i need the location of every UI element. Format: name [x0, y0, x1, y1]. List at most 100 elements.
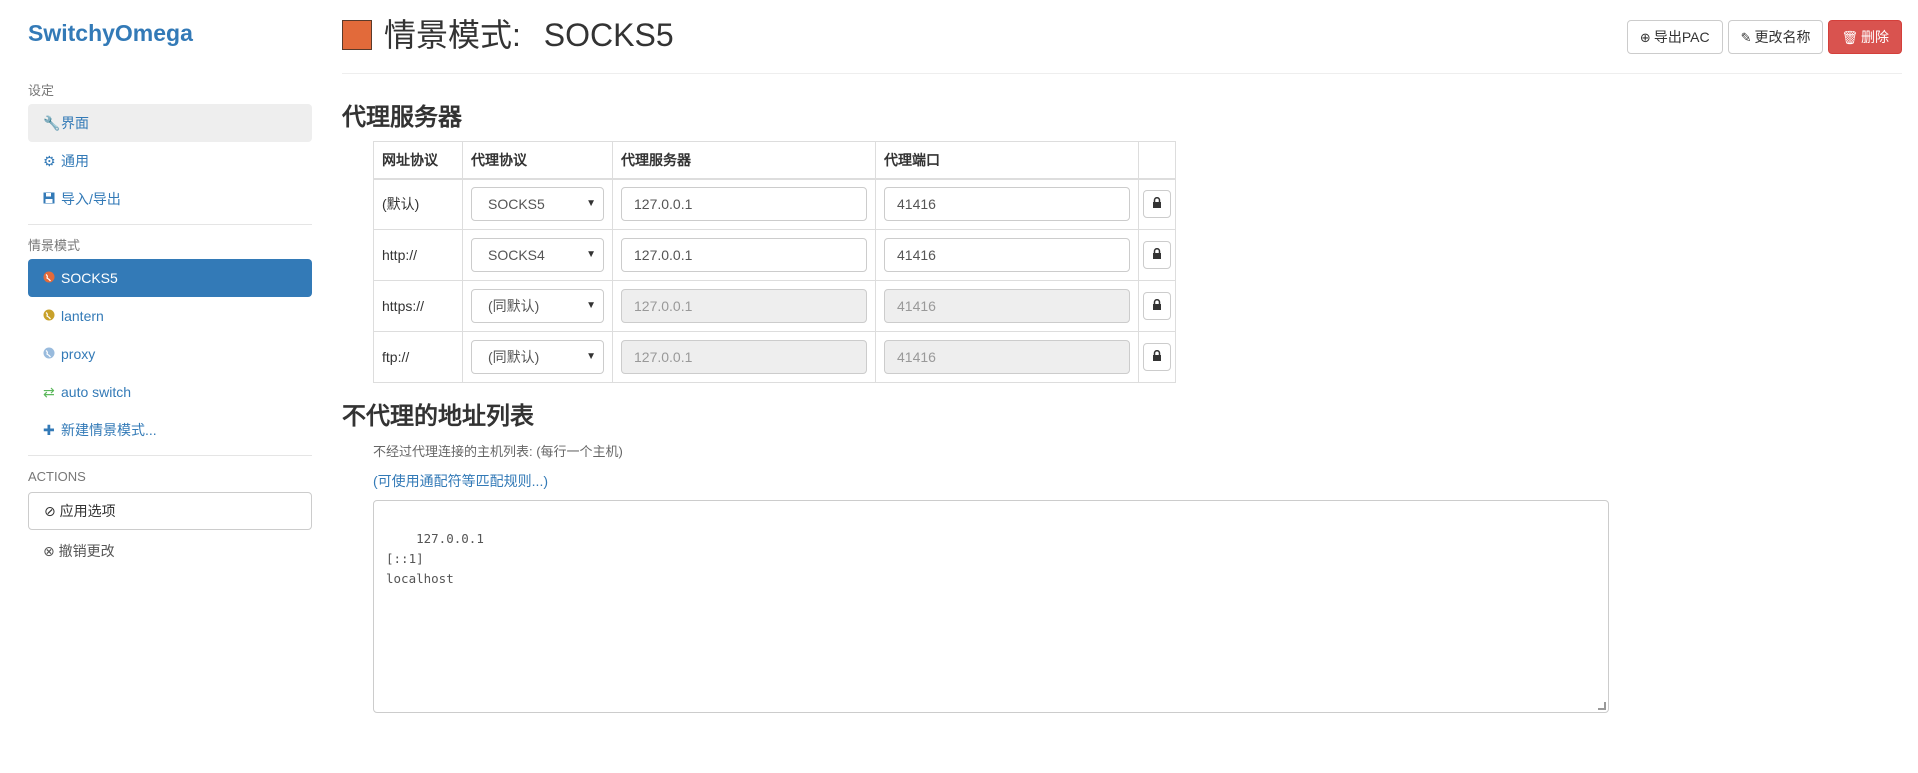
page-header: 情景模式: SOCKS5 ⊕ 导出PAC ✎ 更改名称 🗑 删除 [342, 0, 1902, 74]
settings-nav: 🔧界面 ⚙ 通用 导入/导出 [28, 104, 312, 218]
table-row: (默认) SOCKS5 ▼ 127.0.0.1 41416 [373, 178, 1176, 230]
lock-icon[interactable] [1143, 190, 1171, 219]
delete-button[interactable]: 🗑 删除 [1828, 20, 1902, 54]
sidebar-item-new-profile[interactable]: ✚ 新建情景模式... [28, 411, 312, 449]
protocol-cell: SOCKS5 ▼ [462, 178, 613, 230]
sidebar-item-proxy[interactable]: proxy [28, 335, 312, 373]
x-circle-icon: ⊗ [43, 543, 55, 559]
export-pac-label: 导出PAC [1653, 29, 1710, 45]
brand-logo[interactable]: SwitchyOmega [28, 20, 312, 56]
sidebar-item-label: 导入/导出 [61, 191, 121, 207]
auth-cell [1138, 178, 1176, 230]
wildcard-rules-link[interactable]: (可使用通配符等匹配规则...) [373, 471, 548, 491]
scheme-cell: ftp:// [373, 331, 463, 383]
server-cell: 127.0.0.1 [612, 178, 876, 230]
port-input: 41416 [884, 289, 1130, 323]
page-title-name: SOCKS5 [543, 17, 674, 53]
server-cell: 127.0.0.1 [612, 331, 876, 383]
sidebar-item-label: 新建情景模式... [61, 422, 157, 438]
sidebar-item-lantern[interactable]: lantern [28, 297, 312, 335]
protocol-select[interactable]: (同默认) ▼ [471, 340, 604, 374]
divider [28, 224, 312, 225]
wrench-icon: 🔧 [43, 115, 61, 131]
globe-icon [43, 259, 61, 297]
retweet-icon: ⇄ [43, 384, 55, 400]
profiles-nav: SOCKS5 lantern proxy ⇄ auto switch ✚ 新建情景模… [28, 259, 312, 449]
check-circle-icon: ⊘ [44, 503, 56, 519]
apply-options-button[interactable]: ⊘ 应用选项 [28, 492, 312, 530]
profiles-header: 情景模式 [28, 238, 81, 253]
page-title: 情景模式: SOCKS5 [384, 16, 674, 54]
divider [28, 455, 312, 456]
protocol-select[interactable]: SOCKS5 ▼ [471, 187, 604, 222]
globe-icon [43, 297, 61, 335]
table-row: https:// (同默认) ▼ 127.0.0.1 41416 [373, 280, 1176, 332]
server-cell: 127.0.0.1 [612, 280, 876, 332]
server-input[interactable]: 127.0.0.1 [621, 238, 867, 272]
server-input: 127.0.0.1 [621, 289, 867, 323]
export-pac-button[interactable]: ⊕ 导出PAC [1626, 20, 1723, 54]
sidebar-item-label: proxy [61, 346, 96, 362]
port-input: 41416 [884, 340, 1130, 374]
profile-color-swatch[interactable] [342, 20, 372, 50]
page-title-prefix: 情景模式: [384, 17, 521, 53]
scheme-cell: https:// [373, 280, 463, 332]
rename-button[interactable]: ✎ 更改名称 [1727, 20, 1824, 54]
globe-icon [43, 335, 61, 373]
scheme-cell: (默认) [373, 178, 463, 230]
protocol-select-value: SOCKS4 [488, 247, 545, 263]
auth-cell [1138, 331, 1176, 383]
settings-header: 设定 [28, 83, 55, 98]
port-input[interactable]: 41416 [884, 187, 1130, 222]
protocol-select-value: (同默认) [488, 349, 540, 365]
sidebar-item-import-export[interactable]: 导入/导出 [28, 180, 312, 218]
plus-icon: ✚ [43, 422, 55, 438]
protocol-select[interactable]: (同默认) ▼ [471, 289, 604, 323]
discard-changes-button[interactable]: ⊗ 撤销更改 [28, 532, 312, 570]
column-header-scheme: 网址协议 [373, 141, 463, 180]
protocol-select-value: SOCKS5 [488, 196, 545, 213]
protocol-cell: (同默认) ▼ [462, 331, 613, 383]
sidebar-item-auto-switch[interactable]: ⇄ auto switch [28, 373, 312, 411]
header-buttons: ⊕ 导出PAC ✎ 更改名称 🗑 删除 [1626, 20, 1902, 54]
sidebar-item-label: 界面 [61, 115, 89, 131]
resize-handle-icon[interactable] [1598, 702, 1606, 710]
main-content: 情景模式: SOCKS5 ⊕ 导出PAC ✎ 更改名称 🗑 删除 代理服务器 网址协议… [342, 0, 1902, 713]
bypass-list-textarea[interactable]: 127.0.0.1 [::1] localhost [373, 500, 1609, 713]
rename-label: 更改名称 [1754, 29, 1811, 45]
download-icon: ⊕ [1639, 30, 1651, 45]
protocol-cell: (同默认) ▼ [462, 280, 613, 332]
lock-icon[interactable] [1143, 343, 1171, 371]
server-cell: 127.0.0.1 [612, 229, 876, 281]
protocol-select[interactable]: SOCKS4 ▼ [471, 238, 604, 272]
scheme-cell: http:// [373, 229, 463, 281]
column-header-server: 代理服务器 [612, 141, 876, 180]
sidebar-item-label: 通用 [61, 153, 89, 169]
floppy-icon [43, 180, 61, 218]
auth-cell [1138, 229, 1176, 281]
sidebar-item-label: auto switch [61, 384, 132, 400]
protocol-cell: SOCKS4 ▼ [462, 229, 613, 281]
discard-changes-label: 撤销更改 [58, 543, 115, 559]
proxy-table: 网址协议 代理协议 代理服务器 代理端口 (默认) SOCKS5 ▼ 127.0.… [373, 141, 1176, 383]
apply-options-label: 应用选项 [59, 503, 116, 519]
caret-down-icon: ▼ [586, 249, 596, 260]
table-row: ftp:// (同默认) ▼ 127.0.0.1 41416 [373, 331, 1176, 383]
server-input[interactable]: 127.0.0.1 [621, 187, 867, 222]
port-cell: 41416 [875, 331, 1139, 383]
lock-icon[interactable] [1143, 241, 1171, 269]
sidebar-item-ui[interactable]: 🔧界面 [28, 104, 312, 142]
sidebar-item-label: lantern [61, 308, 104, 324]
sidebar-item-general[interactable]: ⚙ 通用 [28, 142, 312, 180]
column-header-auth [1138, 141, 1176, 180]
lock-icon[interactable] [1143, 292, 1171, 320]
sidebar-item-socks5[interactable]: SOCKS5 [28, 259, 312, 297]
caret-down-icon: ▼ [586, 300, 596, 311]
bypass-help-text: 不经过代理连接的主机列表: (每行一个主机) [373, 444, 623, 459]
edit-icon: ✎ [1740, 30, 1752, 45]
port-input[interactable]: 41416 [884, 238, 1130, 272]
protocol-select-value: (同默认) [488, 298, 540, 314]
sidebar: SwitchyOmega 设定 🔧界面 ⚙ 通用 导入/导出 情景模式 SOCKS… [0, 0, 340, 773]
sidebar-item-label: SOCKS5 [61, 270, 118, 286]
table-header-row: 网址协议 代理协议 代理服务器 代理端口 [373, 141, 1176, 180]
